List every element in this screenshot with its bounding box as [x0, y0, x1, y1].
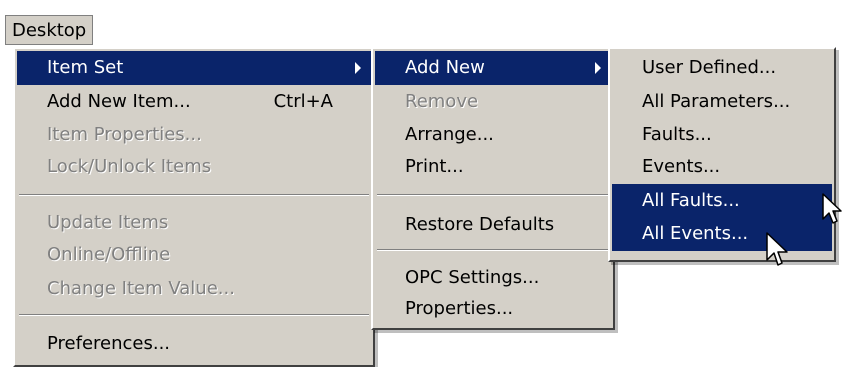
menu-item-all-faults[interactable]: All Faults...: [612, 184, 832, 218]
menu-item-label: Lock/Unlock Items: [47, 156, 212, 177]
mouse-pointer-icon: [822, 193, 842, 224]
menu-item-preferences[interactable]: Preferences...: [17, 327, 371, 361]
menu-item-update-items: Update Items: [17, 206, 371, 240]
menu-item-label: Item Set: [47, 57, 124, 78]
menubar-desktop[interactable]: Desktop: [5, 15, 94, 45]
menu-item-label: Preferences...: [47, 333, 171, 354]
menu-item-label: Remove: [405, 91, 479, 112]
mouse-pointer-icon: [766, 232, 788, 266]
menu-item-all-parameters[interactable]: All Parameters...: [612, 85, 832, 119]
menu-item-item-set[interactable]: Item Set: [17, 51, 371, 85]
menu-separator: [377, 194, 609, 196]
desktop-menu: Item Set Add New Item... Ctrl+A Item Pro…: [13, 47, 375, 367]
menu-separator: [19, 194, 369, 196]
menu-item-label: Events...: [642, 156, 721, 177]
menu-item-label: All Events...: [642, 223, 749, 244]
menu-item-label: OPC Settings...: [405, 267, 540, 288]
menu-item-label: Faults...: [642, 124, 712, 145]
menu-item-opc-settings[interactable]: OPC Settings...: [375, 261, 611, 295]
menu-item-online-offline: Online/Offline: [17, 238, 371, 272]
menu-item-properties[interactable]: Properties...: [375, 292, 611, 326]
add-new-submenu: User Defined... All Parameters... Faults…: [608, 47, 836, 262]
menu-item-label: Arrange...: [405, 124, 494, 145]
menu-item-label: Add New Item...: [47, 91, 191, 112]
menu-item-label: Item Properties...: [47, 124, 202, 145]
menu-item-remove: Remove: [375, 85, 611, 119]
menu-separator: [377, 249, 609, 251]
menu-item-restore-defaults[interactable]: Restore Defaults: [375, 208, 611, 242]
menu-item-label: Add New: [405, 57, 485, 78]
menu-item-label: Properties...: [405, 298, 514, 319]
menu-item-add-new-item[interactable]: Add New Item... Ctrl+A: [17, 85, 371, 119]
shortcut-label: Ctrl+A: [273, 91, 333, 112]
menu-item-label: All Parameters...: [642, 91, 791, 112]
menu-item-label: Online/Offline: [47, 244, 171, 265]
menu-item-print[interactable]: Print...: [375, 150, 611, 184]
menu-item-label: Restore Defaults: [405, 214, 555, 235]
menu-item-label: Change Item Value...: [47, 278, 235, 299]
menu-item-label: Print...: [405, 156, 464, 177]
menu-item-all-events[interactable]: All Events...: [612, 217, 832, 251]
menu-item-arrange[interactable]: Arrange...: [375, 118, 611, 152]
menu-item-label: All Faults...: [642, 190, 740, 211]
menu-item-add-new[interactable]: Add New: [375, 51, 611, 85]
menu-separator: [19, 314, 369, 316]
menu-item-user-defined[interactable]: User Defined...: [612, 51, 832, 85]
menu-item-item-properties: Item Properties...: [17, 118, 371, 152]
menu-item-events[interactable]: Events...: [612, 150, 832, 184]
menu-item-label: User Defined...: [642, 57, 777, 78]
menu-item-faults[interactable]: Faults...: [612, 118, 832, 152]
menu-item-lock-unlock: Lock/Unlock Items: [17, 150, 371, 184]
submenu-arrow-icon: [595, 62, 601, 74]
item-set-submenu: Add New Remove Arrange... Print... Resto…: [371, 47, 615, 330]
menu-item-change-item-value: Change Item Value...: [17, 272, 371, 306]
submenu-arrow-icon: [355, 62, 361, 74]
menu-item-label: Update Items: [47, 212, 169, 233]
